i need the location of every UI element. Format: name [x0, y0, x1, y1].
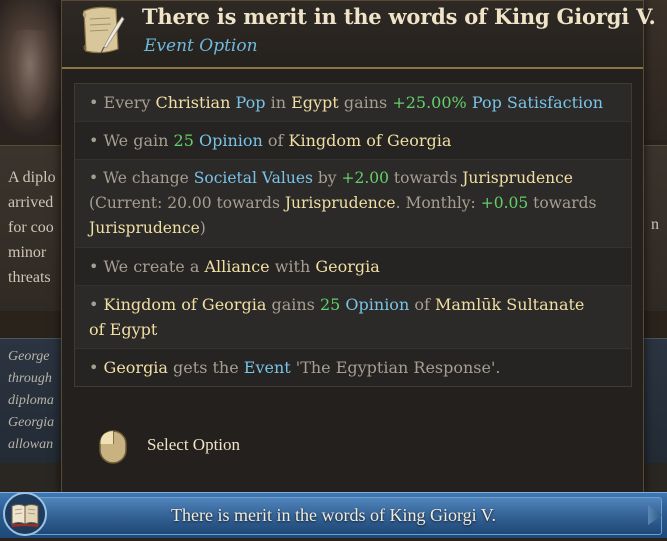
effect-highlight: Event [243, 358, 291, 377]
event-option-tooltip: There is merit in the words of King Gior… [61, 0, 656, 493]
effect-text: . Monthly: [395, 194, 481, 212]
effect-highlight: Mamlūk Sultanate [434, 295, 585, 314]
event-description-line: A diplo [8, 169, 56, 186]
effect-text: ) [199, 219, 206, 237]
effect-highlight: of Egypt [89, 320, 158, 339]
tooltip-title: There is merit in the words of King Gior… [142, 4, 656, 29]
effect-highlight: Societal Values [193, 169, 313, 187]
event-description-line: threats [8, 269, 51, 286]
effect-highlight: Alliance [204, 257, 270, 276]
effect-highlight: Georgia [103, 358, 168, 377]
event-flavor-line: George [8, 349, 50, 364]
effect-highlight: Jurisprudence [89, 219, 200, 237]
effect-item: • We change Societal Values by +2.00 tow… [75, 159, 631, 247]
event-illustration [0, 0, 70, 140]
effect-highlight: 25 [173, 131, 194, 150]
effect-text: • Every [89, 93, 156, 112]
effect-item: • Georgia gets the Event 'The Egyptian R… [75, 348, 631, 386]
effect-highlight: Opinion [198, 131, 263, 150]
effect-text: • We gain [89, 131, 174, 150]
effect-highlight: Kingdom of Georgia [288, 131, 452, 150]
effect-text: gets the [167, 358, 244, 377]
effect-text: in [265, 93, 292, 112]
effect-text: gains [338, 93, 393, 112]
effect-highlight: +2.00 [341, 169, 390, 187]
effect-text: towards [389, 169, 463, 187]
effect-item: • We gain 25 Opinion of Kingdom of Georg… [75, 121, 631, 159]
effect-text: • [89, 358, 104, 377]
event-option-button[interactable]: There is merit in the words of King Gior… [0, 492, 667, 538]
effect-text: gains [266, 295, 320, 314]
select-option-label: Select Option [147, 435, 241, 454]
effect-text: (Current: 20.00 towards [89, 194, 285, 212]
event-option-label: There is merit in the words of King Gior… [171, 505, 496, 525]
event-description-line: arrived [8, 194, 54, 211]
mouse-left-click-icon [98, 429, 128, 465]
tooltip-subtitle: Event Option [144, 36, 258, 56]
effect-item: • We create a Alliance with Georgia [75, 247, 631, 285]
effect-highlight: +25.00% [392, 93, 467, 112]
effect-text: • [89, 295, 104, 314]
event-flavor-line: Georgia [8, 415, 55, 430]
effect-highlight: Egypt [291, 93, 339, 112]
effect-highlight: Jurisprudence [462, 169, 573, 187]
effect-highlight: +0.05 [480, 194, 529, 212]
effect-highlight: Christian [155, 93, 231, 112]
event-flavor-line: through [8, 371, 52, 386]
effect-highlight: Pop [235, 93, 266, 112]
effect-highlight: 25 [319, 295, 341, 314]
effect-highlight: Pop Satisfaction [471, 93, 604, 112]
effect-text: of [409, 295, 435, 314]
effect-highlight: Georgia [315, 257, 380, 276]
event-description-line: for coo [8, 219, 54, 236]
effect-text: towards [528, 194, 597, 212]
effect-text: • We create a [89, 257, 205, 276]
event-description-fragment: n [651, 216, 659, 233]
event-flavor-line: allowan [8, 437, 54, 452]
effect-highlight: Kingdom of Georgia [103, 295, 267, 314]
tooltip-header: There is merit in the words of King Gior… [62, 1, 656, 69]
effect-item: • Every Christian Pop in Egypt gains +25… [75, 84, 631, 121]
effect-highlight: Jurisprudence [284, 194, 396, 212]
event-flavor-line: diploma [8, 393, 54, 408]
effect-text: with [269, 257, 316, 276]
effects-list: • Every Christian Pop in Egypt gains +25… [74, 83, 632, 387]
effect-text: • We change [89, 169, 194, 187]
event-description-line: minor [8, 244, 47, 261]
effect-text: of [262, 131, 289, 150]
effect-highlight: Opinion [345, 295, 410, 314]
effect-text: 'The Egyptian Response'. [290, 358, 501, 377]
effect-item: • Kingdom of Georgia gains 25 Opinion of… [75, 285, 631, 348]
scroll-quill-icon [78, 3, 128, 59]
effect-text: by [312, 169, 342, 187]
